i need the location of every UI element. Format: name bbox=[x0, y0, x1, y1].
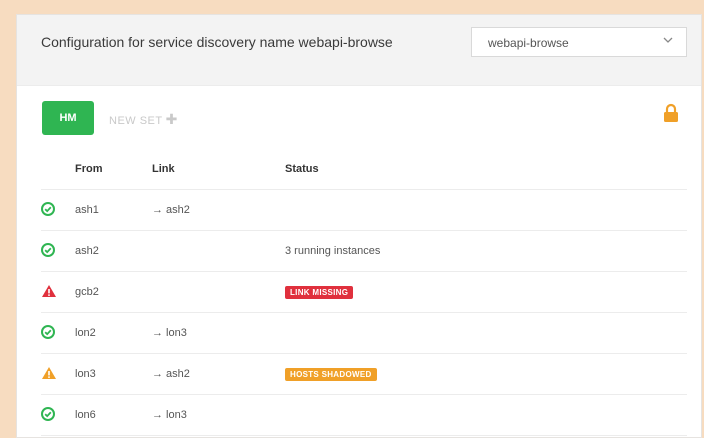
header-status: Status bbox=[285, 149, 687, 190]
warning-triangle-icon bbox=[41, 284, 57, 301]
table-row[interactable]: gcb2 LINK MISSING bbox=[41, 271, 687, 313]
table-row[interactable]: ash2 3 running instances bbox=[41, 230, 687, 272]
row-from: lon3 bbox=[75, 353, 152, 395]
row-status: HOSTS SHADOWED bbox=[285, 353, 687, 395]
set-button-hm[interactable]: HM bbox=[42, 101, 94, 135]
plus-icon: ✚ bbox=[165, 111, 178, 127]
table-row[interactable]: ash1 → ash2 bbox=[41, 189, 687, 231]
header-icon-cell bbox=[41, 149, 75, 190]
row-link: → lon3 bbox=[152, 394, 285, 436]
row-status-icon-cell bbox=[41, 353, 75, 395]
row-status: 3 running instances bbox=[285, 230, 687, 272]
row-status-icon-cell bbox=[41, 312, 75, 354]
row-link: → ash2 bbox=[152, 353, 285, 395]
check-circle-icon bbox=[41, 406, 55, 424]
table-header-row: From Link Status bbox=[41, 149, 687, 190]
table-row[interactable]: lon2 → lon3 bbox=[41, 312, 687, 354]
config-panel: Configuration for service discovery name… bbox=[16, 14, 702, 438]
row-link bbox=[152, 230, 285, 272]
header-from: From bbox=[75, 149, 152, 190]
status-text: 3 running instances bbox=[285, 245, 381, 257]
header-link: Link bbox=[152, 149, 285, 190]
toolbar: HM NEW SET ✚ bbox=[17, 101, 701, 137]
warning-triangle-icon bbox=[41, 366, 57, 383]
service-select-value: webapi-browse bbox=[488, 36, 569, 50]
row-status bbox=[285, 312, 687, 354]
table-row[interactable]: lon6 → lon3 bbox=[41, 394, 687, 436]
row-link: → lon3 bbox=[152, 312, 285, 354]
status-badge: HOSTS SHADOWED bbox=[285, 367, 377, 381]
chevron-down-icon bbox=[662, 34, 674, 49]
row-status-icon-cell bbox=[41, 230, 75, 272]
row-status-icon-cell bbox=[41, 394, 75, 436]
service-select[interactable]: webapi-browse bbox=[471, 27, 687, 57]
check-circle-icon bbox=[41, 201, 55, 219]
row-link bbox=[152, 271, 285, 313]
row-from: gcb2 bbox=[75, 271, 152, 313]
check-circle-icon bbox=[41, 242, 55, 260]
lock-icon[interactable] bbox=[663, 103, 679, 128]
panel-header: Configuration for service discovery name… bbox=[17, 15, 701, 86]
row-status bbox=[285, 189, 687, 231]
row-status-icon-cell bbox=[41, 271, 75, 313]
row-status bbox=[285, 394, 687, 436]
row-link: → ash2 bbox=[152, 189, 285, 231]
panel-title: Configuration for service discovery name… bbox=[41, 34, 393, 50]
table-row[interactable]: lon3 → ash2 HOSTS SHADOWED bbox=[41, 353, 687, 395]
check-circle-icon bbox=[41, 324, 55, 342]
row-from: ash2 bbox=[75, 230, 152, 272]
new-set-button[interactable]: NEW SET ✚ bbox=[109, 111, 178, 128]
routes-table: From Link Status ash1 → ash2 ash2 3 running… bbox=[41, 149, 687, 436]
status-badge: LINK MISSING bbox=[285, 285, 354, 299]
row-status-icon-cell bbox=[41, 189, 75, 231]
row-from: lon6 bbox=[75, 394, 152, 436]
row-from: lon2 bbox=[75, 312, 152, 354]
new-set-label: NEW SET bbox=[109, 115, 163, 127]
row-status: LINK MISSING bbox=[285, 271, 687, 313]
row-from: ash1 bbox=[75, 189, 152, 231]
